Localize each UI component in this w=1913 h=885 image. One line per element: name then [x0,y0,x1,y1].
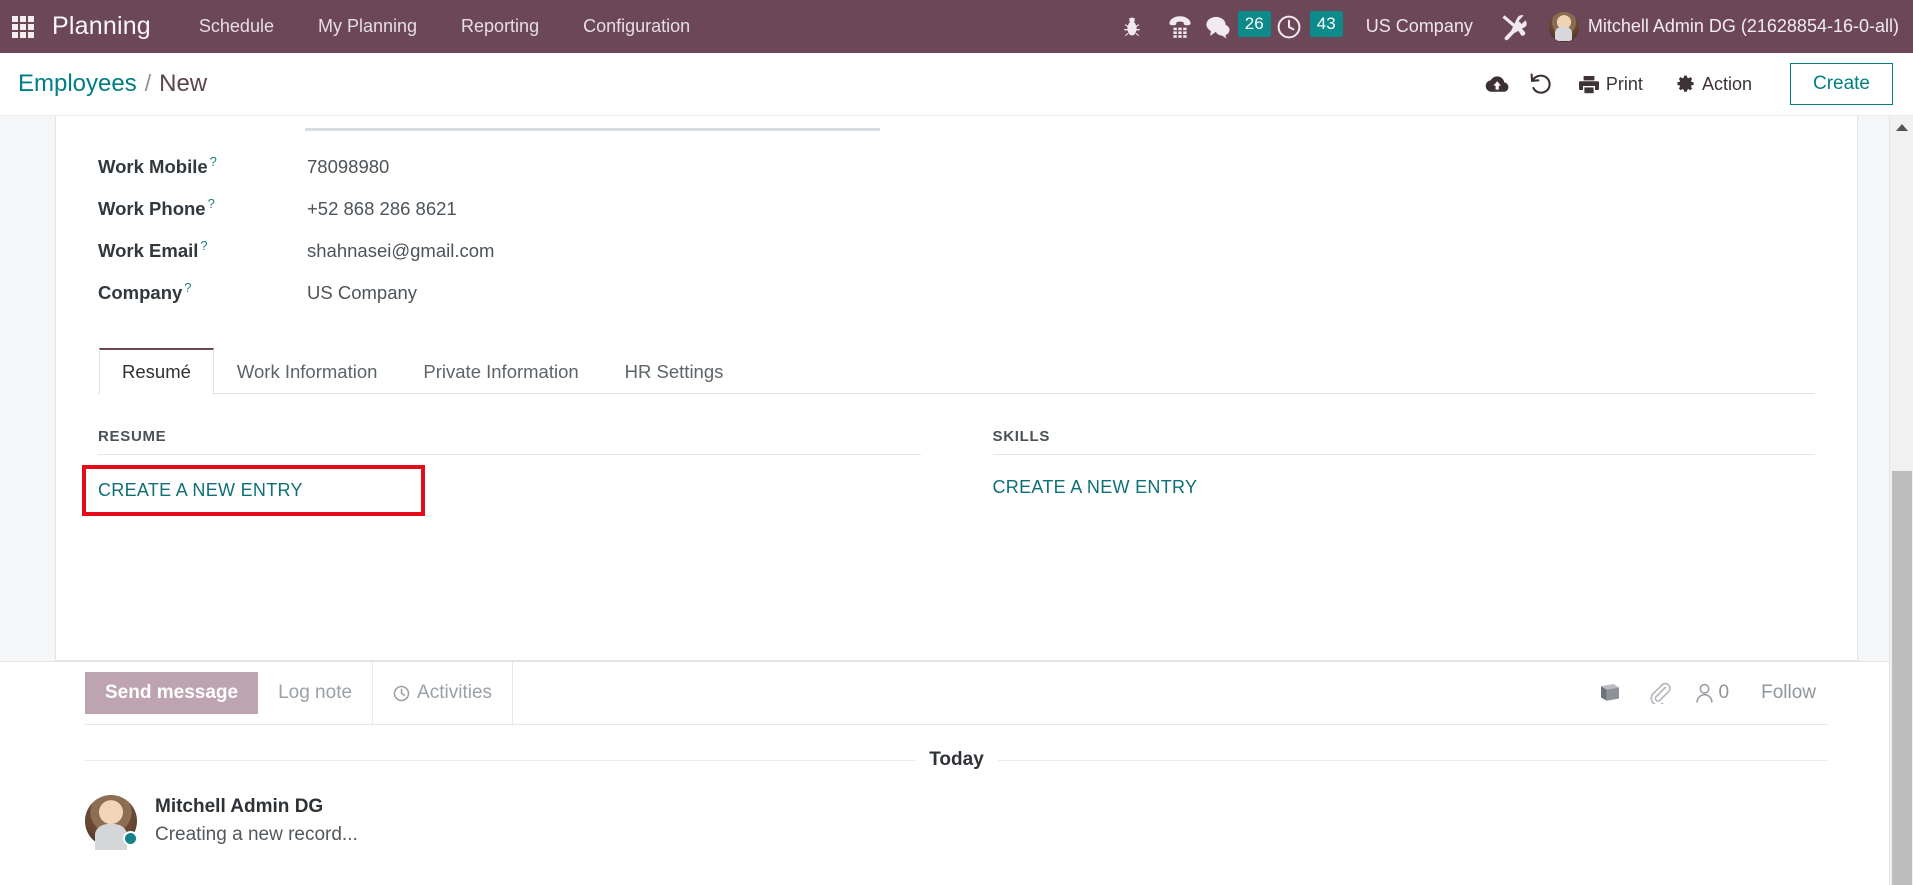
avatar [85,795,138,850]
followers-count: 0 [1718,682,1730,703]
field-row-work-mobile: Work Mobile? 78098980 [98,154,1815,196]
thread-day-label: Today [929,749,984,770]
discard-changes-button[interactable] [1519,64,1563,104]
field-row-company: Company? US Company [98,280,1815,322]
tab-work-information[interactable]: Work Information [214,348,401,394]
nav-menu-configuration[interactable]: Configuration [561,10,712,43]
field-value-work-phone[interactable]: +52 868 286 8621 [307,198,457,220]
thread-day-separator: Today [85,749,1829,777]
dialpad-phone-icon[interactable] [1156,7,1204,47]
activities-tab-label: Activities [417,682,493,703]
activities-tab[interactable]: Activities [373,662,514,724]
top-navbar: Planning Schedule My Planning Reporting … [0,0,1913,53]
save-record-button[interactable] [1475,64,1519,104]
help-icon[interactable]: ? [210,154,217,169]
vertical-scrollbar[interactable] [1889,116,1913,885]
resume-section-title: RESUME [98,428,921,455]
follow-button[interactable]: Follow [1739,682,1828,704]
bug-icon[interactable] [1108,7,1156,47]
chatter-tools: 0 Follow [1585,673,1828,713]
breadcrumb-employees[interactable]: Employees [18,70,137,98]
breadcrumb: Employees / New [18,70,207,98]
create-button[interactable]: Create [1789,63,1893,105]
messages-counter[interactable]: 26 [1204,7,1276,47]
tools-wrench-icon[interactable] [1489,7,1537,47]
messages-count-badge: 26 [1237,10,1271,37]
printer-icon [1578,75,1599,93]
employee-form-fields: Work Mobile? 78098980 Work Phone? +52 86… [98,138,1815,322]
activities-counter[interactable]: 43 [1276,7,1348,47]
resume-tab-pane: RESUME CREATE A NEW ENTRY SKILLS CREATE … [82,394,1815,516]
resume-create-new-entry-link[interactable]: CREATE A NEW ENTRY [98,480,303,501]
resume-create-highlight: CREATE A NEW ENTRY [82,465,425,516]
field-value-work-email[interactable]: shahnasei@gmail.com [307,240,494,262]
action-button[interactable]: Action [1659,68,1768,101]
page-body: Work Mobile? 78098980 Work Phone? +52 86… [0,116,1913,885]
field-label-work-email: Work Email? [98,238,208,262]
tab-hr-settings[interactable]: HR Settings [602,348,747,394]
message-text: Creating a new record... [155,824,358,845]
chatter-composer-tabs: Send message Log note Activities 0 Follo… [85,662,1828,725]
chatter-thread: Today Mitchell Admin DG Creating a new r… [85,725,1829,850]
form-sheet: Work Mobile? 78098980 Work Phone? +52 86… [55,116,1858,661]
field-label-work-mobile: Work Mobile? [98,154,217,178]
help-icon[interactable]: ? [184,280,191,295]
thread-message: Mitchell Admin DG Creating a new record.… [85,777,1828,850]
gear-icon [1677,75,1694,92]
breadcrumb-new: New [159,70,208,97]
scrollbar-thumb[interactable] [1892,471,1912,885]
skills-section-title: SKILLS [992,428,1815,455]
action-label: Action [1701,73,1752,94]
attachment-paperclip-icon[interactable] [1635,673,1685,713]
form-sheet-area: Work Mobile? 78098980 Work Phone? +52 86… [0,116,1913,661]
online-status-indicator [123,831,138,846]
clock-icon [393,685,410,701]
log-note-tab[interactable]: Log note [258,662,374,724]
nav-menu-reporting[interactable]: Reporting [439,10,561,43]
skills-create-new-entry-link[interactable]: CREATE A NEW ENTRY [993,477,1198,498]
nav-menu-my-planning[interactable]: My Planning [296,10,439,43]
help-icon[interactable]: ? [200,238,207,253]
tab-private-information[interactable]: Private Information [400,348,601,394]
skills-section: SKILLS CREATE A NEW ENTRY [992,428,1815,516]
message-body: Mitchell Admin DG Creating a new record.… [155,795,358,847]
user-menu-label: Mitchell Admin DG (21628854-16-0-all) [1587,16,1899,36]
print-label: Print [1605,73,1643,94]
field-row-work-phone: Work Phone? +52 868 286 8621 [98,196,1815,238]
breadcrumb-separator: / [144,70,152,96]
send-message-tab[interactable]: Send message [85,672,259,714]
print-button[interactable]: Print [1563,68,1659,101]
apps-grid-icon[interactable] [8,12,38,42]
activities-count-badge: 43 [1309,10,1343,37]
scrolled-field-underline [98,116,1815,138]
field-label-company: Company? [98,280,192,304]
app-brand-planning[interactable]: Planning [46,12,177,41]
company-switcher[interactable]: US Company [1348,16,1489,37]
resume-section: RESUME CREATE A NEW ENTRY [82,428,921,516]
control-panel: Employees / New Print Action Create [0,53,1913,116]
navbar-right-group: 26 43 US Company Mitchell Admin DG (2162… [1108,7,1899,47]
field-value-work-mobile[interactable]: 78098980 [307,156,389,178]
form-notebook-tabs: Resumé Work Information Private Informat… [98,348,1815,394]
user-icon [1695,683,1713,703]
avatar [1548,11,1579,42]
tab-resume[interactable]: Resumé [99,348,214,394]
field-label-work-phone: Work Phone? [98,196,215,220]
chatter: Send message Log note Activities 0 Follo… [0,661,1913,885]
followers-button[interactable]: 0 [1685,682,1740,704]
control-panel-actions: Print Action Create [1475,63,1893,105]
log-book-icon[interactable] [1585,673,1635,713]
message-author: Mitchell Admin DG [155,796,324,817]
field-value-company[interactable]: US Company [307,282,417,304]
field-row-work-email: Work Email? shahnasei@gmail.com [98,238,1815,280]
scroll-up-arrow-icon[interactable] [1890,116,1913,138]
nav-menu-schedule[interactable]: Schedule [177,10,296,43]
help-icon[interactable]: ? [208,196,215,211]
user-menu[interactable]: Mitchell Admin DG (21628854-16-0-all) [1537,11,1899,42]
